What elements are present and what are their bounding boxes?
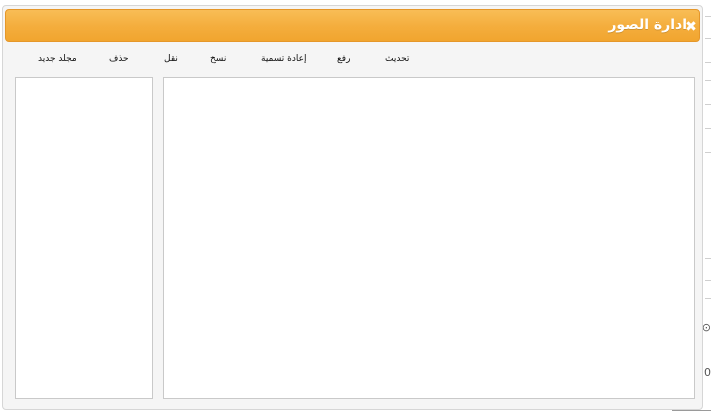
dialog-title: ادارة الصور xyxy=(608,17,687,33)
background-divider xyxy=(705,258,711,259)
background-divider xyxy=(705,152,711,153)
background-divider xyxy=(705,104,711,105)
background-divider xyxy=(705,62,711,63)
rename-button[interactable]: إعادة تسمية xyxy=(261,52,306,66)
background-divider xyxy=(705,80,711,81)
background-glyph: 0 xyxy=(704,366,711,379)
folder-tree-panel[interactable] xyxy=(15,77,153,399)
background-divider xyxy=(705,16,711,17)
background-divider xyxy=(705,128,711,129)
background-divider xyxy=(705,280,711,281)
upload-button[interactable]: رفع xyxy=(337,52,350,66)
background-divider xyxy=(672,410,711,411)
move-button[interactable]: نقل xyxy=(164,52,178,66)
background-glyph: ⊙ xyxy=(701,321,711,334)
dialog-titlebar[interactable]: ادارة الصور ✖ xyxy=(5,9,700,42)
close-icon[interactable]: ✖ xyxy=(684,20,698,34)
toolbar: تحديث رفع إعادة تسمية نسخ نقل حذف مجلد ج… xyxy=(3,52,704,72)
image-manager-dialog: ادارة الصور ✖ تحديث رفع إعادة تسمية نسخ … xyxy=(2,5,703,410)
copy-button[interactable]: نسخ xyxy=(210,52,226,66)
background-divider xyxy=(705,38,711,39)
file-list-panel[interactable] xyxy=(163,77,695,399)
delete-button[interactable]: حذف xyxy=(109,52,129,66)
background-divider xyxy=(705,298,711,299)
refresh-button[interactable]: تحديث xyxy=(385,52,409,66)
new-folder-button[interactable]: مجلد جديد xyxy=(38,52,77,66)
